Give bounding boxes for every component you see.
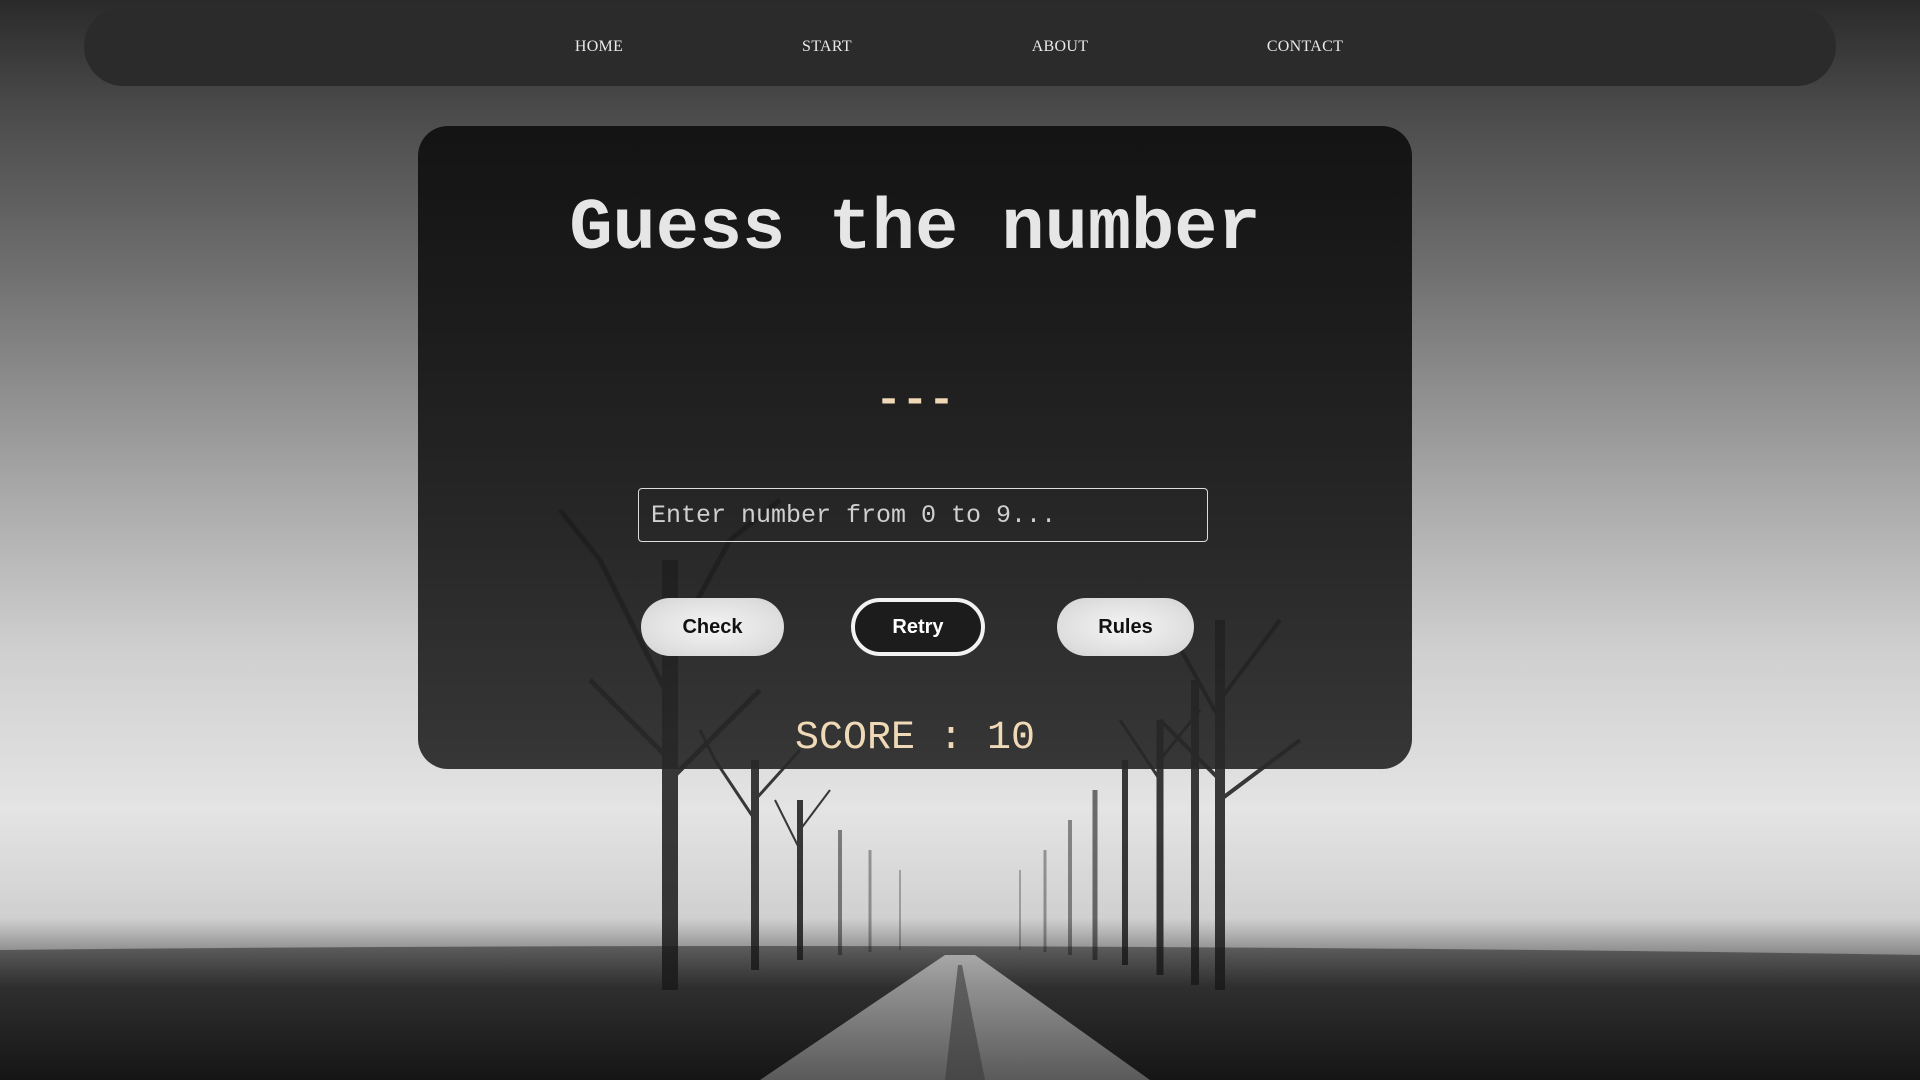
nav-item-start[interactable]: START bbox=[802, 7, 852, 86]
game-panel: Guess the number --- Check Retry Rules S… bbox=[418, 126, 1412, 769]
nav-item-home[interactable]: HOME bbox=[575, 7, 623, 86]
guess-input[interactable] bbox=[638, 488, 1208, 542]
secret-number-display: --- bbox=[875, 376, 955, 426]
nav-item-about[interactable]: ABOUT bbox=[1032, 7, 1089, 86]
rules-button[interactable]: Rules bbox=[1057, 598, 1194, 656]
score-display: SCORE : 10 bbox=[794, 716, 1036, 761]
top-navbar: HOME START ABOUT CONTACT bbox=[84, 7, 1836, 86]
nav-item-contact[interactable]: CONTACT bbox=[1267, 7, 1343, 86]
page-title: Guess the number bbox=[569, 188, 1261, 270]
check-button[interactable]: Check bbox=[641, 598, 784, 656]
retry-button[interactable]: Retry bbox=[851, 598, 985, 656]
